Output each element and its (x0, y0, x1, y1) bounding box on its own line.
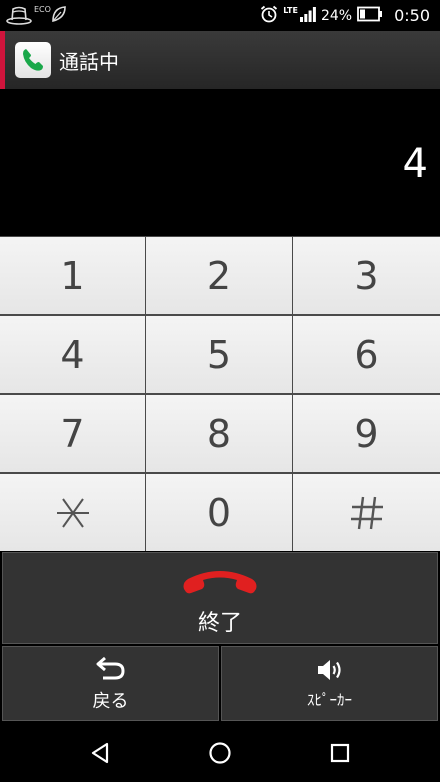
end-call-label: 終了 (197, 611, 242, 636)
page-title: 通話中 (59, 50, 119, 74)
number-display: 4 (0, 89, 440, 236)
status-left: ECO (6, 2, 67, 30)
end-call-button[interactable]: 終了 (2, 552, 438, 644)
battery-percent: 24% (320, 7, 353, 24)
dial-keypad: 1 2 3 4 5 6 7 8 9 0 (0, 236, 440, 551)
hat-icon (6, 2, 32, 30)
key-6[interactable]: 6 (293, 316, 440, 393)
system-nav-bar (0, 723, 440, 782)
eco-label: ECO (34, 5, 51, 14)
call-action-bar: 戻る ｽﾋﾟｰｶｰ (2, 646, 438, 721)
recents-square-icon (330, 743, 350, 762)
undo-arrow-icon (95, 655, 127, 685)
key-9[interactable]: 9 (293, 395, 440, 472)
alarm-icon (260, 5, 278, 27)
speaker-button-label: ｽﾋﾟｰｶｰ (306, 691, 352, 709)
key-hash[interactable] (293, 474, 440, 551)
key-4[interactable]: 4 (0, 316, 145, 393)
clock: 0:50 (394, 6, 430, 25)
speaker-button[interactable]: ｽﾋﾟｰｶｰ (221, 646, 438, 721)
network-type: LTE (283, 6, 298, 15)
signal-icon (299, 6, 316, 26)
key-1[interactable]: 1 (0, 237, 145, 314)
key-7[interactable]: 7 (0, 395, 145, 472)
nav-recents-button[interactable] (315, 728, 365, 778)
leaf-icon (51, 5, 67, 27)
dialed-number: 4 (402, 141, 428, 187)
key-8[interactable]: 8 (146, 395, 292, 472)
phone-icon (15, 42, 51, 78)
status-right: LTE 24% 0:50 (260, 0, 430, 31)
key-star[interactable] (0, 474, 145, 551)
status-bar: ECO LTE 24% 0:50 (0, 0, 440, 31)
title-accent-stripe (0, 31, 5, 89)
title-bar: 通話中 (0, 31, 440, 90)
key-3[interactable]: 3 (293, 237, 440, 314)
battery-icon (357, 6, 383, 26)
speaker-icon (315, 657, 345, 687)
key-2[interactable]: 2 (146, 237, 292, 314)
hang-up-icon (180, 569, 260, 599)
nav-back-button[interactable] (75, 728, 125, 778)
key-5[interactable]: 5 (146, 316, 292, 393)
key-0[interactable]: 0 (146, 474, 292, 551)
nav-home-button[interactable] (195, 728, 245, 778)
home-circle-icon (209, 741, 231, 764)
asterisk-icon (56, 497, 89, 528)
back-button-label: 戻る (92, 690, 129, 712)
back-triangle-icon (91, 742, 109, 763)
back-button[interactable]: 戻る (2, 646, 219, 721)
hash-icon (350, 496, 383, 529)
